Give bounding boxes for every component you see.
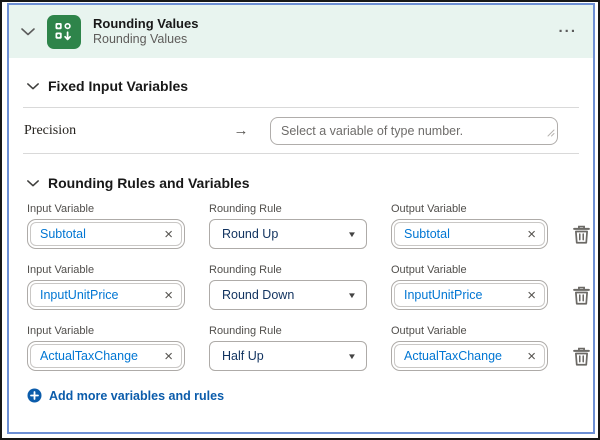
variable-pill-text: Subtotal — [404, 227, 450, 241]
rules-grid: Input Variable Subtotal × Rounding Rule … — [9, 191, 593, 371]
panel-subtitle: Rounding Values — [93, 31, 188, 46]
rounding-values-element-icon — [47, 14, 81, 49]
input-variable-combobox[interactable]: Subtotal × — [27, 219, 185, 249]
section-chevron-icon — [27, 179, 39, 186]
divider — [23, 153, 579, 154]
dropdown-arrow-icon: ▼ — [347, 351, 357, 361]
section-title: Fixed Input Variables — [48, 78, 189, 94]
dropdown-arrow-icon: ▼ — [347, 229, 357, 239]
output-variable-combobox[interactable]: InputUnitPrice × — [391, 280, 548, 310]
output-variable-combobox[interactable]: Subtotal × — [391, 219, 548, 249]
dropdown-arrow-icon: ▼ — [347, 290, 357, 300]
panel-header: Rounding Values Rounding Values ... — [9, 5, 593, 58]
rounding-rule-select[interactable]: Half Up ▼ — [209, 341, 367, 371]
input-variable-combobox[interactable]: InputUnitPrice × — [27, 280, 185, 310]
remove-pill-icon[interactable]: × — [158, 227, 173, 242]
input-variable-label: Input Variable — [27, 203, 95, 215]
output-variable-field-group: Output Variable ActualTaxChange × — [391, 325, 548, 371]
panel-title-block: Rounding Values Rounding Values — [93, 16, 198, 48]
delete-row-button[interactable] — [572, 285, 591, 306]
section-chevron-icon — [27, 82, 39, 89]
output-variable-label: Output Variable — [391, 264, 467, 276]
input-variable-combobox[interactable]: ActualTaxChange × — [27, 341, 185, 371]
variable-pill-text: ActualTaxChange — [404, 349, 502, 363]
trash-icon — [573, 225, 590, 244]
output-variable-field-group: Output Variable InputUnitPrice × — [391, 264, 548, 310]
variable-pill: ActualTaxChange × — [394, 344, 545, 368]
section-title: Rounding Rules and Variables — [48, 175, 250, 191]
precision-row: Precision → Select a variable of type nu… — [9, 108, 593, 153]
add-more-variables-label: Add more variables and rules — [49, 388, 225, 403]
rounding-rule-select[interactable]: Round Up ▼ — [209, 219, 367, 249]
input-variable-field-group: Input Variable InputUnitPrice × — [27, 264, 185, 310]
screenshot-frame: Rounding Values Rounding Values ... Fixe… — [0, 0, 600, 440]
input-variable-field-group: Input Variable Subtotal × — [27, 203, 185, 249]
remove-pill-icon[interactable]: × — [521, 349, 536, 364]
variable-pill: Subtotal × — [30, 222, 182, 246]
output-variable-field-group: Output Variable Subtotal × — [391, 203, 548, 249]
variable-pill: InputUnitPrice × — [394, 283, 545, 307]
output-variable-combobox[interactable]: ActualTaxChange × — [391, 341, 548, 371]
rounding-rule-label: Rounding Rule — [209, 325, 282, 337]
precision-input[interactable]: Select a variable of type number. — [270, 116, 558, 145]
output-variable-label: Output Variable — [391, 203, 467, 215]
rounding-rule-field-group: Rounding Rule Round Down ▼ — [209, 264, 367, 310]
variable-pill: ActualTaxChange × — [30, 344, 182, 368]
maps-to-arrow-icon: → — [233, 122, 249, 139]
output-variable-label: Output Variable — [391, 325, 467, 337]
delete-row-cell — [572, 203, 592, 249]
rounding-rule-select[interactable]: Round Down ▼ — [209, 280, 367, 310]
panel-title: Rounding Values — [93, 15, 199, 31]
variable-pill: Subtotal × — [394, 222, 545, 246]
add-circle-icon — [27, 388, 42, 403]
rounding-rule-value: Round Up — [222, 227, 279, 241]
rounding-rule-value: Round Down — [222, 288, 295, 302]
variable-pill: InputUnitPrice × — [30, 283, 182, 307]
rounding-values-panel: Rounding Values Rounding Values ... Fixe… — [7, 3, 595, 434]
rounding-rule-value: Half Up — [222, 349, 264, 363]
input-variable-label: Input Variable — [27, 325, 95, 337]
variable-pill-text: InputUnitPrice — [40, 288, 119, 302]
remove-pill-icon[interactable]: × — [521, 288, 536, 303]
rounding-rules-section-header[interactable]: Rounding Rules and Variables — [9, 175, 593, 191]
resize-handle-icon[interactable] — [547, 124, 555, 142]
delete-row-cell — [572, 264, 592, 310]
trash-icon — [573, 286, 590, 305]
variable-pill-text: InputUnitPrice — [404, 288, 483, 302]
rounding-rule-label: Rounding Rule — [209, 264, 282, 276]
rounding-rule-label: Rounding Rule — [209, 203, 282, 215]
collapse-panel-chevron-icon[interactable] — [21, 27, 35, 36]
precision-label: Precision — [24, 122, 77, 138]
variable-pill-text: Subtotal — [40, 227, 86, 241]
delete-row-button[interactable] — [572, 224, 591, 245]
remove-pill-icon[interactable]: × — [521, 227, 536, 242]
remove-pill-icon[interactable]: × — [158, 288, 173, 303]
rounding-rule-field-group: Rounding Rule Round Up ▼ — [209, 203, 367, 249]
variable-pill-text: ActualTaxChange — [40, 349, 138, 363]
rounding-rule-field-group: Rounding Rule Half Up ▼ — [209, 325, 367, 371]
remove-pill-icon[interactable]: × — [158, 349, 173, 364]
trash-icon — [573, 347, 590, 366]
fixed-input-variables-section-header[interactable]: Fixed Input Variables — [9, 78, 593, 94]
delete-row-button[interactable] — [572, 346, 591, 367]
input-variable-field-group: Input Variable ActualTaxChange × — [27, 325, 185, 371]
precision-placeholder: Select a variable of type number. — [281, 123, 464, 138]
input-variable-label: Input Variable — [27, 264, 95, 276]
add-more-variables-link[interactable]: Add more variables and rules — [27, 388, 593, 403]
delete-row-cell — [572, 325, 592, 371]
